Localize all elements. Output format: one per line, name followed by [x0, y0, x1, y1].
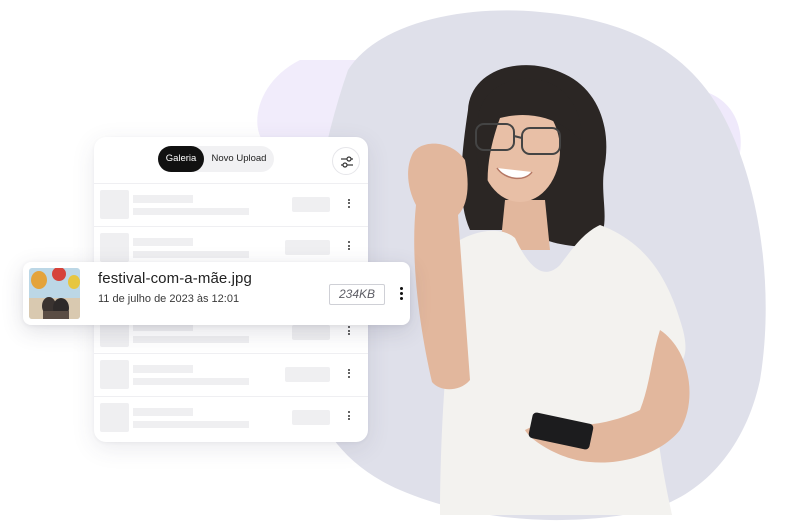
tab-new-upload[interactable]: Novo Upload [206, 146, 272, 172]
placeholder-text [133, 250, 249, 258]
more-vertical-icon[interactable] [346, 325, 352, 339]
more-vertical-icon[interactable] [397, 285, 405, 303]
list-item[interactable] [94, 353, 368, 396]
placeholder-thumbnail [100, 360, 129, 389]
placeholder-size [292, 409, 330, 425]
placeholder-thumbnail [100, 232, 129, 262]
placeholder-text [133, 365, 193, 373]
placeholder-text [133, 378, 249, 385]
placeholder-size [285, 367, 330, 382]
placeholder-size [285, 239, 330, 255]
more-vertical-icon[interactable] [346, 197, 352, 211]
more-vertical-icon[interactable] [346, 240, 352, 254]
list-item[interactable] [94, 183, 368, 226]
placeholder-text [133, 195, 193, 203]
file-thumbnail [29, 268, 80, 319]
placeholder-size [292, 197, 330, 212]
placeholder-text [133, 335, 249, 343]
file-name: festival-com-a-mãe.jpg [98, 270, 252, 287]
list-item[interactable] [94, 395, 368, 439]
placeholder-text [133, 420, 249, 428]
placeholder-thumbnail [100, 402, 129, 432]
placeholder-text [133, 208, 249, 215]
file-date: 11 de julho de 2023 às 12:01 [98, 293, 240, 305]
placeholder-size [292, 324, 330, 340]
more-vertical-icon[interactable] [346, 410, 352, 424]
tab-gallery[interactable]: Galeria [158, 146, 204, 172]
tab-switcher: Galeria Novo Upload [158, 146, 274, 172]
placeholder-text [133, 237, 193, 246]
more-vertical-icon[interactable] [346, 367, 352, 381]
highlighted-file-item[interactable]: festival-com-a-mãe.jpg 11 de julho de 20… [23, 262, 410, 325]
filter-button[interactable] [332, 147, 360, 175]
placeholder-thumbnail [100, 190, 129, 219]
file-size-badge: 234KB [329, 284, 385, 305]
placeholder-text [133, 407, 193, 416]
